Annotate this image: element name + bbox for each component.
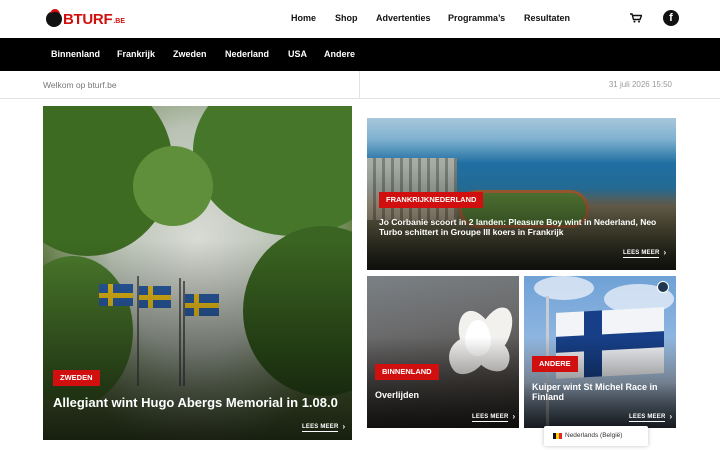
article-title[interactable]: Kuiper wint St Michel Race in Finland [532, 382, 672, 402]
read-more-link[interactable]: LEES MEER › [302, 422, 346, 432]
category-andere[interactable]: Andere [324, 49, 355, 59]
article-title[interactable]: Allegiant wint Hugo Abergs Memorial in 1… [53, 395, 348, 411]
read-more-label: LEES MEER [302, 424, 339, 432]
nav-home[interactable]: Home [291, 13, 316, 23]
category-badge[interactable]: BINNENLAND [375, 364, 439, 380]
read-more-label: LEES MEER [472, 414, 509, 422]
welcome-text: Welkom op bturf.be [43, 80, 117, 90]
cart-icon[interactable] [630, 13, 642, 23]
logo-suffix: .BE [113, 17, 125, 25]
article-card-bottom-left[interactable]: BINNENLAND Overlijden LEES MEER › [367, 276, 519, 428]
chevron-right-icon: › [669, 412, 673, 421]
nav-resultaten[interactable]: Resultaten [524, 13, 570, 23]
language-switcher[interactable]: Nederlands (België) [544, 426, 648, 446]
facebook-icon[interactable]: f [663, 10, 679, 26]
read-more-label: LEES MEER [623, 250, 660, 258]
article-card-top-right[interactable]: FRANKRIJKNEDERLAND Jo Corbanie scoort in… [367, 118, 676, 270]
read-more-link[interactable]: LEES MEER › [629, 412, 673, 422]
read-more-label: LEES MEER [629, 414, 666, 422]
category-frankrijk[interactable]: Frankrijk [117, 49, 155, 59]
top-header: BTURF .BE Home Shop Advertenties Program… [0, 0, 720, 38]
category-binnenland[interactable]: Binnenland [51, 49, 100, 59]
category-zweden[interactable]: Zweden [173, 49, 207, 59]
category-nederland[interactable]: Nederland [225, 49, 269, 59]
language-label: Nederlands (België) [565, 432, 623, 439]
chevron-right-icon: › [663, 248, 667, 257]
info-bar: Welkom op bturf.be 31 juli 2026 15:50 [0, 71, 720, 99]
category-badge[interactable]: ANDERE [532, 356, 578, 372]
info-divider [359, 71, 360, 99]
category-usa[interactable]: USA [288, 49, 307, 59]
chevron-right-icon: › [342, 422, 346, 431]
article-card-main[interactable]: ZWEDEN Allegiant wint Hugo Abergs Memori… [43, 106, 352, 440]
nav-programmas[interactable]: Programma’s [448, 13, 505, 23]
belgium-flag-icon [553, 433, 562, 439]
category-nav: Binnenland Frankrijk Zweden Nederland US… [0, 38, 720, 71]
read-more-link[interactable]: LEES MEER › [472, 412, 516, 422]
site-logo[interactable]: BTURF .BE [46, 9, 125, 28]
nav-shop[interactable]: Shop [335, 13, 358, 23]
category-badge[interactable]: ZWEDEN [53, 370, 100, 386]
article-title[interactable]: Overlijden [375, 390, 515, 400]
current-datetime: 31 juli 2026 15:50 [608, 80, 672, 89]
category-badge[interactable]: FRANKRIJKNEDERLAND [379, 192, 484, 208]
nav-advertenties[interactable]: Advertenties [376, 13, 431, 23]
chevron-right-icon: › [512, 412, 516, 421]
article-title[interactable]: Jo Corbanie scoort in 2 landen: Pleasure… [379, 217, 669, 237]
watermark-icon [657, 281, 669, 293]
article-card-bottom-right[interactable]: ANDERE Kuiper wint St Michel Race in Fin… [524, 276, 676, 428]
logo-horse-icon [46, 9, 62, 27]
logo-text: BTURF [63, 10, 113, 28]
read-more-link[interactable]: LEES MEER › [623, 248, 667, 258]
